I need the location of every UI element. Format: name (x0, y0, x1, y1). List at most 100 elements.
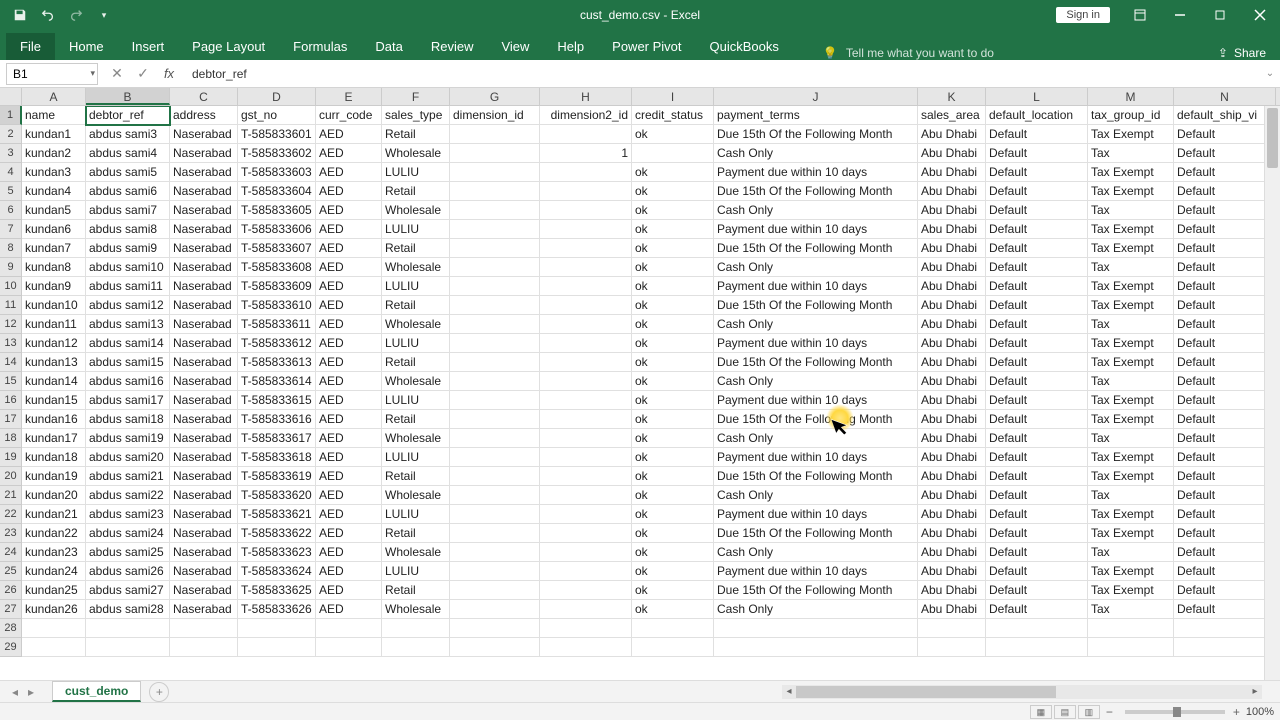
cell-L11[interactable]: Default (986, 296, 1088, 315)
cell-K19[interactable]: Abu Dhabi (918, 448, 986, 467)
cell-L26[interactable]: Default (986, 581, 1088, 600)
row-header-13[interactable]: 13 (0, 334, 22, 353)
cell-N22[interactable]: Default (1174, 505, 1276, 524)
enter-formula-icon[interactable]: ✓ (130, 63, 156, 85)
cell-E17[interactable]: AED (316, 410, 382, 429)
cell-B6[interactable]: abdus sami7 (86, 201, 170, 220)
cell-H10[interactable] (540, 277, 632, 296)
cell-C18[interactable]: Naserabad (170, 429, 238, 448)
cell-K1[interactable]: sales_area (918, 106, 986, 125)
cell-B21[interactable]: abdus sami22 (86, 486, 170, 505)
cell-H8[interactable] (540, 239, 632, 258)
cell-H17[interactable] (540, 410, 632, 429)
cell-I22[interactable]: ok (632, 505, 714, 524)
row-header-9[interactable]: 9 (0, 258, 22, 277)
sheet-nav[interactable]: ◂▸ (0, 685, 46, 699)
cell-K12[interactable]: Abu Dhabi (918, 315, 986, 334)
cancel-formula-icon[interactable]: ✕ (104, 63, 130, 85)
cell-L9[interactable]: Default (986, 258, 1088, 277)
cell-M19[interactable]: Tax Exempt (1088, 448, 1174, 467)
row-header-17[interactable]: 17 (0, 410, 22, 429)
cell-C3[interactable]: Naserabad (170, 144, 238, 163)
cell-J1[interactable]: payment_terms (714, 106, 918, 125)
cell-L21[interactable]: Default (986, 486, 1088, 505)
cell-M1[interactable]: tax_group_id (1088, 106, 1174, 125)
row-header-5[interactable]: 5 (0, 182, 22, 201)
cell-J20[interactable]: Due 15th Of the Following Month (714, 467, 918, 486)
cell-C24[interactable]: Naserabad (170, 543, 238, 562)
cell-N15[interactable]: Default (1174, 372, 1276, 391)
row-header-2[interactable]: 2 (0, 125, 22, 144)
column-header-L[interactable]: L (986, 88, 1088, 105)
cell-C28[interactable] (170, 619, 238, 638)
cell-H22[interactable] (540, 505, 632, 524)
cell-N5[interactable]: Default (1174, 182, 1276, 201)
cell-D10[interactable]: T-585833609 (238, 277, 316, 296)
cell-I26[interactable]: ok (632, 581, 714, 600)
cell-L18[interactable]: Default (986, 429, 1088, 448)
cell-L2[interactable]: Default (986, 125, 1088, 144)
cell-I1[interactable]: credit_status (632, 106, 714, 125)
cell-B19[interactable]: abdus sami20 (86, 448, 170, 467)
cell-I9[interactable]: ok (632, 258, 714, 277)
cell-H26[interactable] (540, 581, 632, 600)
row-header-8[interactable]: 8 (0, 239, 22, 258)
cell-K11[interactable]: Abu Dhabi (918, 296, 986, 315)
cell-E12[interactable]: AED (316, 315, 382, 334)
cell-I5[interactable]: ok (632, 182, 714, 201)
cell-E25[interactable]: AED (316, 562, 382, 581)
cell-M22[interactable]: Tax Exempt (1088, 505, 1174, 524)
cell-G25[interactable] (450, 562, 540, 581)
cell-K15[interactable]: Abu Dhabi (918, 372, 986, 391)
cell-G19[interactable] (450, 448, 540, 467)
cell-A26[interactable]: kundan25 (22, 581, 86, 600)
horizontal-scrollbar[interactable]: ◂ ▸ (782, 685, 1262, 699)
cell-A27[interactable]: kundan26 (22, 600, 86, 619)
cell-A9[interactable]: kundan8 (22, 258, 86, 277)
cell-N6[interactable]: Default (1174, 201, 1276, 220)
ribbon-tab-help[interactable]: Help (543, 33, 598, 60)
cell-M7[interactable]: Tax Exempt (1088, 220, 1174, 239)
cell-G1[interactable]: dimension_id (450, 106, 540, 125)
cell-I14[interactable]: ok (632, 353, 714, 372)
cell-J13[interactable]: Payment due within 10 days (714, 334, 918, 353)
cell-G29[interactable] (450, 638, 540, 657)
cell-B23[interactable]: abdus sami24 (86, 524, 170, 543)
cell-N3[interactable]: Default (1174, 144, 1276, 163)
cell-H27[interactable] (540, 600, 632, 619)
cell-E20[interactable]: AED (316, 467, 382, 486)
cell-C25[interactable]: Naserabad (170, 562, 238, 581)
cell-F5[interactable]: Retail (382, 182, 450, 201)
cell-F3[interactable]: Wholesale (382, 144, 450, 163)
cell-D16[interactable]: T-585833615 (238, 391, 316, 410)
chevron-down-icon[interactable]: ▾ (90, 68, 95, 79)
cell-N9[interactable]: Default (1174, 258, 1276, 277)
cell-E24[interactable]: AED (316, 543, 382, 562)
cell-I16[interactable]: ok (632, 391, 714, 410)
row-header-25[interactable]: 25 (0, 562, 22, 581)
formula-input[interactable]: debtor_ref (182, 67, 1260, 81)
ribbon-tab-home[interactable]: Home (55, 33, 118, 60)
cell-I10[interactable]: ok (632, 277, 714, 296)
cell-K5[interactable]: Abu Dhabi (918, 182, 986, 201)
cell-D1[interactable]: gst_no (238, 106, 316, 125)
cell-M24[interactable]: Tax (1088, 543, 1174, 562)
cell-I8[interactable]: ok (632, 239, 714, 258)
cell-G15[interactable] (450, 372, 540, 391)
signin-button[interactable]: Sign in (1056, 7, 1110, 23)
cell-F13[interactable]: LULIU (382, 334, 450, 353)
cell-D29[interactable] (238, 638, 316, 657)
cell-G18[interactable] (450, 429, 540, 448)
column-header-I[interactable]: I (632, 88, 714, 105)
cell-L17[interactable]: Default (986, 410, 1088, 429)
row-header-3[interactable]: 3 (0, 144, 22, 163)
cell-B8[interactable]: abdus sami9 (86, 239, 170, 258)
cell-A29[interactable] (22, 638, 86, 657)
cell-L12[interactable]: Default (986, 315, 1088, 334)
cell-B7[interactable]: abdus sami8 (86, 220, 170, 239)
cell-C21[interactable]: Naserabad (170, 486, 238, 505)
cell-H20[interactable] (540, 467, 632, 486)
cell-H2[interactable] (540, 125, 632, 144)
cell-J7[interactable]: Payment due within 10 days (714, 220, 918, 239)
cell-H4[interactable] (540, 163, 632, 182)
